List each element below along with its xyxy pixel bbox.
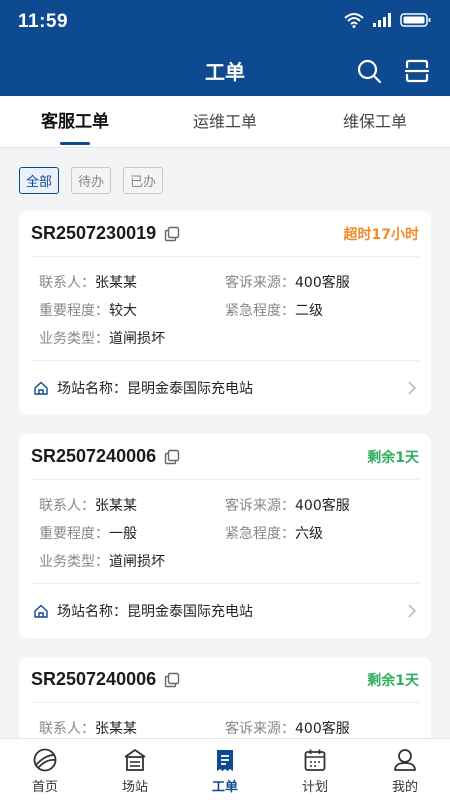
station-name: 昆明金泰国际充电站 xyxy=(127,381,253,397)
order-details: 联系人：张某某 客诉来源：400客服 重要程度：较大 紧急程度：二级 业务类型：… xyxy=(31,257,419,361)
order-card-header: SR2507240006 剩余1天 xyxy=(31,434,419,480)
contact-value: 张某某 xyxy=(95,721,137,737)
status-icons xyxy=(344,12,432,28)
station-home-icon xyxy=(34,381,48,395)
order-card-header: SR2507240006 剩余1天 xyxy=(31,657,419,703)
order-list: SR2507230019 超时17小时 联系人：张某某 客诉来源：400客服 重… xyxy=(19,211,431,770)
order-card[interactable]: SR2507240006 剩余1天 联系人：张某某 客诉来源：400客服 重要程… xyxy=(19,434,431,638)
station-row[interactable]: 场站名称： 昆明金泰国际充电站 xyxy=(31,584,419,638)
urgency-value: 六级 xyxy=(295,526,323,542)
tab-customer-service[interactable]: 客服工单 xyxy=(0,96,150,147)
contact-label: 联系人： xyxy=(39,498,95,514)
order-number-text: SR2507240006 xyxy=(31,446,157,466)
wifi-icon xyxy=(344,13,364,28)
tabbar-plan[interactable]: 计划 xyxy=(270,739,360,800)
source-value: 400客服 xyxy=(295,498,350,514)
importance-label: 重要程度： xyxy=(39,526,109,542)
order-number-text: SR2507240006 xyxy=(31,669,157,689)
biz-type-label: 业务类型： xyxy=(39,331,109,347)
home-globe-icon xyxy=(33,748,57,772)
contact-value: 张某某 xyxy=(95,498,137,514)
biz-type-value: 道闸损坏 xyxy=(109,331,165,347)
contact-value: 张某某 xyxy=(95,275,137,291)
scan-icon[interactable] xyxy=(404,58,430,84)
page-title: 工单 xyxy=(205,60,245,84)
station-icon xyxy=(124,749,146,771)
source-label: 客诉来源： xyxy=(225,275,295,291)
tabbar-mine-label: 我的 xyxy=(391,780,418,795)
work-order-icon xyxy=(217,750,233,771)
copy-icon[interactable] xyxy=(164,672,180,688)
urgency-label: 紧急程度： xyxy=(225,303,295,319)
filter-all[interactable]: 全部 xyxy=(19,167,60,194)
order-type-tabs: 客服工单 运维工单 维保工单 xyxy=(0,96,450,148)
station-name: 昆明金泰国际充电站 xyxy=(127,604,253,620)
user-icon xyxy=(394,749,416,771)
importance-value: 一般 xyxy=(109,526,137,542)
tabbar-station[interactable]: 场站 xyxy=(90,739,180,800)
bottom-tab-bar: 首页 场站 工单 计划 我的 xyxy=(0,738,450,800)
importance-label: 重要程度： xyxy=(39,303,109,319)
station-label: 场站名称： xyxy=(57,381,127,397)
order-number: SR2507230019 xyxy=(31,223,180,244)
order-card[interactable]: SR2507240006 剩余1天 联系人：张某某 客诉来源：400客服 xyxy=(19,657,431,751)
tabbar-station-label: 场站 xyxy=(121,780,148,795)
source-label: 客诉来源： xyxy=(225,498,295,514)
tabbar-plan-label: 计划 xyxy=(301,780,328,795)
biz-type-value: 道闸损坏 xyxy=(109,554,165,570)
order-card-header: SR2507230019 超时17小时 xyxy=(31,211,419,257)
source-label: 客诉来源： xyxy=(225,721,295,737)
search-icon[interactable] xyxy=(356,58,382,84)
status-bar: 11:59 xyxy=(0,0,450,44)
station-home-icon xyxy=(34,604,48,618)
source-value: 400客服 xyxy=(295,275,350,291)
source-value: 400客服 xyxy=(295,721,350,737)
copy-icon[interactable] xyxy=(164,449,180,465)
copy-icon[interactable] xyxy=(164,226,180,242)
order-number-text: SR2507230019 xyxy=(31,223,157,243)
tab-operations[interactable]: 运维工单 xyxy=(150,96,300,147)
station-row[interactable]: 场站名称： 昆明金泰国际充电站 xyxy=(31,361,419,415)
tabbar-work-order-label: 工单 xyxy=(211,780,238,795)
contact-label: 联系人： xyxy=(39,275,95,291)
tab-maintenance[interactable]: 维保工单 xyxy=(300,96,450,147)
chevron-right-icon xyxy=(408,381,417,395)
station-label: 场站名称： xyxy=(57,604,127,620)
calendar-icon xyxy=(304,749,326,771)
signal-icon xyxy=(373,13,391,27)
urgency-value: 二级 xyxy=(295,303,323,319)
app-header: 11:59 工单 xyxy=(0,0,450,96)
order-card[interactable]: SR2507230019 超时17小时 联系人：张某某 客诉来源：400客服 重… xyxy=(19,211,431,415)
status-badge: 剩余1天 xyxy=(367,672,419,689)
order-number: SR2507240006 xyxy=(31,446,180,467)
tabbar-home[interactable]: 首页 xyxy=(0,739,90,800)
order-details: 联系人：张某某 客诉来源：400客服 重要程度：一般 紧急程度：六级 业务类型：… xyxy=(31,480,419,584)
status-filters: 全部 待办 已办 xyxy=(19,167,164,194)
filter-pending[interactable]: 待办 xyxy=(71,167,112,194)
biz-type-label: 业务类型： xyxy=(39,554,109,570)
chevron-right-icon xyxy=(408,604,417,618)
filter-done[interactable]: 已办 xyxy=(123,167,164,194)
status-badge: 超时17小时 xyxy=(343,226,419,243)
urgency-label: 紧急程度： xyxy=(225,526,295,542)
battery-icon xyxy=(400,13,431,27)
tabbar-mine[interactable]: 我的 xyxy=(360,739,450,800)
order-number: SR2507240006 xyxy=(31,669,180,690)
status-badge: 剩余1天 xyxy=(367,449,419,466)
tabbar-home-label: 首页 xyxy=(31,780,58,795)
contact-label: 联系人： xyxy=(39,721,95,737)
status-time: 11:59 xyxy=(18,11,69,32)
tabbar-work-order[interactable]: 工单 xyxy=(180,739,270,800)
importance-value: 较大 xyxy=(109,303,137,319)
